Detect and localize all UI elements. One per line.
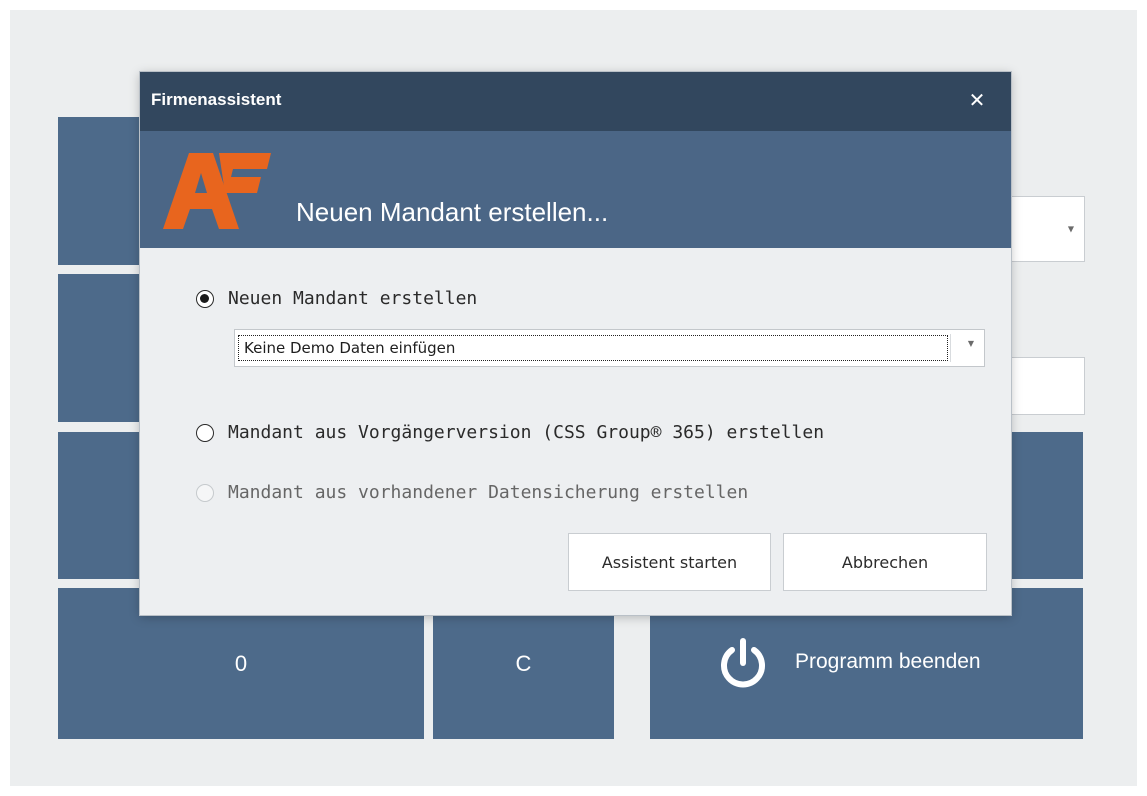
radio-new-client[interactable] [196, 289, 214, 308]
option-previous-version-label: Mandant aus Vorgängerversion (CSS Group®… [228, 422, 825, 443]
cancel-button[interactable]: Abbrechen [783, 533, 987, 591]
dialog-title: Firmenassistent [151, 90, 282, 109]
dialog-heading: Neuen Mandant erstellen... [296, 197, 609, 227]
exit-program-label: Programm beenden [795, 650, 981, 673]
close-icon[interactable]: ✕ [965, 86, 989, 114]
radio-previous-version[interactable] [196, 423, 214, 442]
option-previous-version[interactable]: Mandant aus Vorgängerversion (CSS Group®… [196, 422, 824, 443]
radio-backup [196, 483, 214, 502]
background-dropdown[interactable]: ▼ [1010, 196, 1085, 262]
background-input[interactable] [1010, 357, 1085, 415]
demo-data-select[interactable]: Keine Demo Daten einfügen ▼ [234, 329, 985, 367]
chevron-down-icon[interactable]: ▼ [968, 339, 974, 348]
power-icon [721, 638, 765, 688]
tile-right-action[interactable]: n [1000, 432, 1083, 579]
company-wizard-dialog: Firmenassistent ✕ AF Neuen Mandant erste… [140, 72, 1011, 615]
select-divider [950, 334, 951, 362]
chevron-down-icon: ▼ [1067, 224, 1074, 234]
af-logo: AF [163, 153, 271, 229]
digit-0-label: 0 [234, 650, 248, 676]
clear-label: C [515, 650, 532, 676]
dialog-header: AF Neuen Mandant erstellen... [140, 131, 1011, 248]
demo-data-select-value: Keine Demo Daten einfügen [238, 335, 948, 361]
option-backup-label: Mandant aus vorhandener Datensicherung e… [228, 482, 749, 503]
option-new-client-label: Neuen Mandant erstellen [228, 288, 478, 309]
dialog-titlebar[interactable]: Firmenassistent ✕ [140, 72, 1011, 131]
option-new-client[interactable]: Neuen Mandant erstellen [196, 288, 477, 309]
option-backup: Mandant aus vorhandener Datensicherung e… [196, 482, 748, 503]
start-wizard-button[interactable]: Assistent starten [568, 533, 771, 591]
